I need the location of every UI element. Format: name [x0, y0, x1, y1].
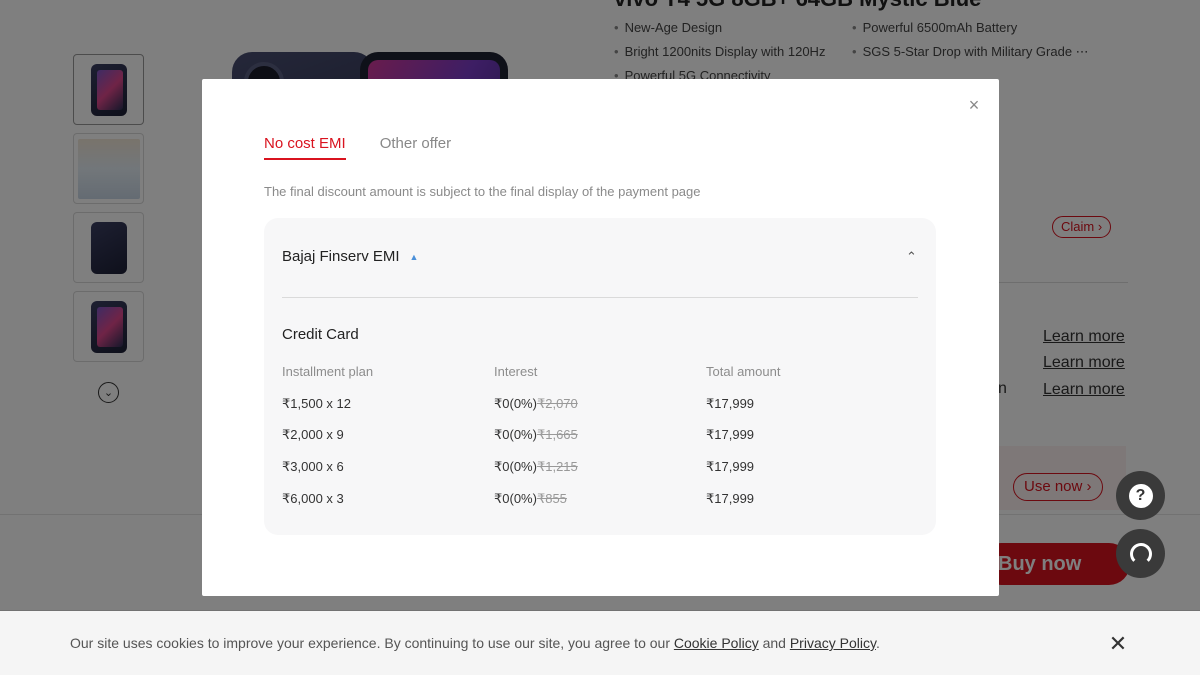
cookie-close-icon[interactable]: ✕: [1108, 633, 1128, 655]
discount-notice: The final discount amount is subject to …: [264, 184, 701, 199]
plan-cell: ₹1,500 x 12: [282, 396, 351, 411]
card-type-label: Credit Card: [282, 326, 359, 343]
cookie-message: Our site uses cookies to improve your ex…: [70, 635, 880, 651]
emi-provider-card: Bajaj Finserv EMI ▲ ⌃ Credit Card Instal…: [264, 218, 936, 535]
total-cell: ₹17,999: [706, 396, 755, 411]
privacy-policy-link[interactable]: Privacy Policy: [790, 635, 876, 651]
column-header-total: Total amount: [706, 364, 781, 379]
original-interest: ₹2,070: [536, 396, 578, 411]
close-icon[interactable]: ×: [966, 96, 982, 114]
interest-cell: ₹0(0%)₹855: [494, 491, 567, 506]
total-cell: ₹17,999: [706, 491, 755, 506]
total-cell: ₹17,999: [706, 459, 755, 474]
headset-icon: [1129, 542, 1152, 565]
chevron-up-icon[interactable]: ⌃: [906, 250, 918, 263]
original-interest: ₹1,665: [536, 427, 578, 442]
question-icon: ?: [1128, 483, 1153, 508]
provider-header[interactable]: Bajaj Finserv EMI ▲: [282, 248, 418, 265]
column-header-plan: Installment plan: [282, 364, 374, 379]
cookie-banner: Our site uses cookies to improve your ex…: [0, 611, 1200, 675]
customer-service-button[interactable]: [1116, 529, 1165, 578]
plan-cell: ₹3,000 x 6: [282, 459, 344, 474]
cookie-policy-link[interactable]: Cookie Policy: [674, 635, 759, 651]
original-interest: ₹1,215: [536, 459, 578, 474]
emi-offers-modal: × No cost EMI Other offer The final disc…: [202, 79, 999, 596]
provider-name: Bajaj Finserv EMI: [282, 248, 400, 265]
column-header-interest: Interest: [494, 364, 538, 379]
plan-cell: ₹6,000 x 3: [282, 491, 344, 506]
offer-tabs: No cost EMI Other offer: [264, 135, 451, 160]
help-button[interactable]: ?: [1116, 471, 1165, 520]
plan-cell: ₹2,000 x 9: [282, 427, 344, 442]
interest-cell: ₹0(0%)₹1,665: [494, 427, 578, 442]
divider: [282, 297, 918, 298]
total-cell: ₹17,999: [706, 427, 755, 442]
original-interest: ₹855: [536, 491, 567, 506]
interest-cell: ₹0(0%)₹2,070: [494, 396, 578, 411]
tab-no-cost-emi[interactable]: No cost EMI: [264, 135, 346, 160]
provider-logo-icon: ▲: [409, 251, 419, 262]
interest-cell: ₹0(0%)₹1,215: [494, 459, 578, 474]
tab-other-offer[interactable]: Other offer: [380, 135, 451, 160]
